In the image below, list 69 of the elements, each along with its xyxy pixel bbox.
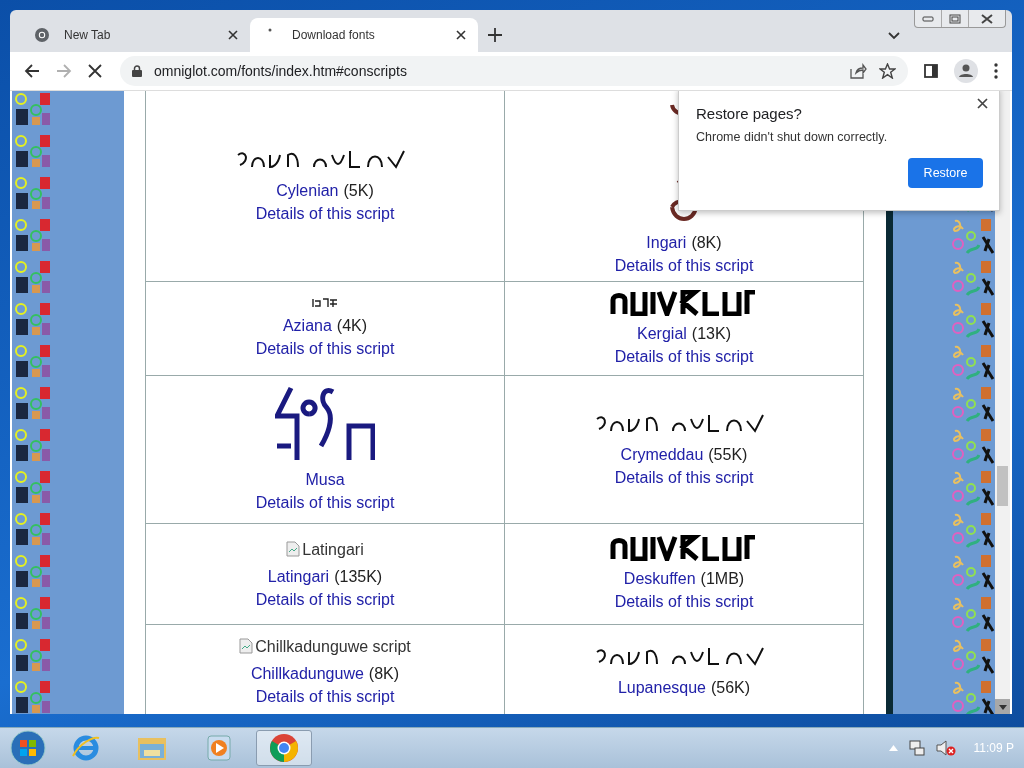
- restore-button[interactable]: Restore: [908, 158, 983, 188]
- details-link[interactable]: Details of this script: [614, 254, 754, 277]
- restore-icon: [949, 13, 961, 24]
- script-sample: [312, 297, 338, 308]
- font-link[interactable]: Latingari: [267, 564, 330, 588]
- font-link[interactable]: Cylenian: [276, 179, 339, 202]
- scrollbar[interactable]: [995, 91, 1010, 715]
- profile-icon[interactable]: [954, 59, 978, 83]
- chrome-icon: [269, 733, 299, 763]
- media-player-icon: [204, 734, 232, 762]
- font-link[interactable]: Aziana: [282, 313, 332, 337]
- details-link[interactable]: Details of this script: [614, 465, 754, 489]
- url-text: omniglot.com/fonts/index.htm#conscripts: [154, 63, 407, 79]
- share-icon[interactable]: [849, 63, 867, 79]
- menu-icon[interactable]: [994, 63, 998, 79]
- chevron-down-icon[interactable]: [888, 32, 900, 40]
- dialog-title: Restore pages?: [696, 105, 803, 122]
- globe-e-icon: [71, 734, 101, 762]
- broken-image: Latingari: [286, 537, 364, 561]
- file-size: (56K): [711, 677, 751, 698]
- file-size: (8K): [368, 663, 400, 684]
- loading-icon: [268, 28, 272, 32]
- tab-title: Download fonts: [291, 28, 376, 42]
- details-link[interactable]: Details of this script: [255, 684, 395, 708]
- details-link[interactable]: Details of this script: [614, 590, 754, 613]
- close-icon[interactable]: [977, 98, 988, 109]
- file-size: (1MB): [700, 569, 745, 589]
- close-icon[interactable]: [456, 30, 466, 40]
- browser-tab[interactable]: Download fonts: [250, 18, 478, 52]
- side-panel-icon[interactable]: [924, 64, 938, 78]
- back-icon[interactable]: [24, 63, 40, 79]
- close-icon[interactable]: [228, 30, 238, 40]
- stop-icon[interactable]: [88, 64, 102, 78]
- details-link[interactable]: Details of this script: [255, 490, 395, 514]
- file-size: (4K): [336, 315, 368, 336]
- network-icon[interactable]: [907, 739, 926, 757]
- file-size: (135K): [334, 566, 383, 587]
- scroll-down-button[interactable]: [995, 699, 1010, 715]
- plus-icon[interactable]: [488, 28, 502, 42]
- font-link[interactable]: Musa: [305, 467, 345, 491]
- font-link[interactable]: Deskuffen: [623, 567, 696, 590]
- details-link[interactable]: Details of this script: [255, 587, 395, 611]
- file-size: (8K): [691, 233, 722, 253]
- details-link[interactable]: Details of this script: [614, 344, 754, 368]
- volume-icon[interactable]: [935, 739, 956, 757]
- scroll-thumb[interactable]: [997, 466, 1008, 506]
- font-link[interactable]: Crymeddau: [620, 442, 704, 466]
- broken-image: Chillkadunguwe script: [239, 634, 411, 658]
- taskbar-app[interactable]: [256, 730, 312, 766]
- file-size: (55K): [708, 444, 748, 465]
- address-bar[interactable]: omniglot.com/fonts/index.htm#conscripts: [120, 56, 908, 86]
- minimize-icon: [922, 15, 934, 22]
- dialog-message: Chrome didn't shut down correctly.: [696, 130, 889, 144]
- details-link[interactable]: Details of this script: [255, 202, 395, 225]
- close-icon: [981, 13, 993, 24]
- tab-title: New Tab: [63, 28, 112, 42]
- browser-tab[interactable]: New Tab: [22, 18, 250, 52]
- file-size: (13K): [691, 323, 731, 344]
- font-link[interactable]: Ingari: [646, 231, 687, 254]
- chrome-icon: [34, 27, 50, 43]
- star-icon[interactable]: [879, 63, 896, 79]
- start-button[interactable]: [8, 729, 48, 767]
- font-link[interactable]: Chillkadunguwe: [250, 661, 364, 685]
- details-link[interactable]: Details of this script: [255, 336, 395, 360]
- lock-icon: [132, 65, 142, 77]
- down-arrow-icon: [998, 705, 1007, 710]
- font-link[interactable]: Kergial: [637, 321, 687, 345]
- file-size: (5K): [343, 181, 374, 201]
- font-link[interactable]: Lupanesque: [617, 675, 706, 699]
